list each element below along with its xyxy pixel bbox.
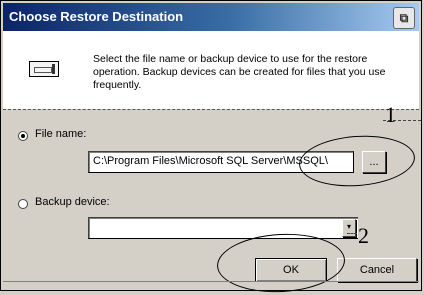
header-description: Select the file name or backup device to… [93,53,386,91]
callout-leader-2 [347,233,357,234]
dialog-bottom-edge [3,281,419,288]
restore-destination-dialog: Choose Restore Destination ⧉ Select the … [0,0,422,295]
backup-device-select[interactable] [88,217,358,239]
file-name-label: File name: [35,128,87,140]
annotation-circle-1 [297,132,417,190]
cancel-button[interactable]: Cancel [337,258,417,282]
title-icon: ⧉ [393,7,415,29]
header-divider [3,109,419,110]
dropdown-arrow-icon[interactable]: ▾ [342,219,356,237]
tape-device-icon [29,61,59,77]
callout-number-2: 2 [358,223,369,248]
backup-device-radio[interactable] [18,199,28,209]
title-bar: Choose Restore Destination ⧉ [3,3,419,31]
dialog-header: Select the file name or backup device to… [3,31,419,109]
file-name-radio[interactable] [18,131,28,141]
dialog-title: Choose Restore Destination [9,9,184,24]
callout-number-1: 1 [385,102,396,127]
backup-device-label: Backup device: [35,196,110,208]
